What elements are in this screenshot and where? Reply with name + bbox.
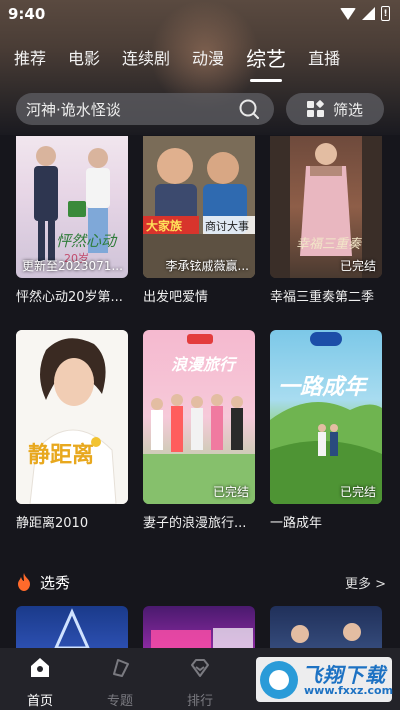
battery-alert: ! bbox=[383, 8, 388, 19]
poster-image[interactable]: 浪漫旅行 已完结 bbox=[143, 330, 255, 504]
poster-image[interactable]: 怦然心动 20岁 更新至2023071... bbox=[16, 136, 128, 278]
filter-button[interactable]: 筛选 bbox=[286, 93, 384, 125]
poster-illustration bbox=[54, 608, 90, 648]
talent-card-3[interactable] bbox=[270, 606, 382, 648]
more-link[interactable]: 更多 > bbox=[345, 573, 386, 592]
poster-status-label: 李承铉戚薇赢... bbox=[165, 259, 249, 273]
poster-status-label: 更新至2023071... bbox=[22, 259, 123, 273]
watermark-url: www.fxxz.com bbox=[304, 684, 394, 697]
poster-caption-4: 静距离 bbox=[28, 442, 94, 468]
card-title: 静距离2010 bbox=[16, 516, 89, 531]
fire-icon bbox=[18, 573, 30, 591]
poster-caption-1: 怦然心动 bbox=[56, 232, 118, 250]
filter-label: 筛选 bbox=[332, 100, 363, 119]
search-icon[interactable] bbox=[238, 98, 260, 120]
poster-image[interactable]: 静距离 bbox=[16, 330, 128, 504]
nav-topics[interactable]: 专题 bbox=[90, 656, 150, 709]
poster-caption-2a: 大家族 bbox=[146, 218, 183, 233]
section-title: 选秀 bbox=[40, 574, 71, 592]
tab-anime[interactable]: 动漫 bbox=[192, 42, 224, 76]
diamond-icon bbox=[191, 659, 209, 677]
card-title: 一路成年 bbox=[270, 516, 323, 531]
status-time: 9:40 bbox=[8, 5, 46, 23]
nav-home[interactable]: 首页 bbox=[10, 656, 70, 709]
wifi-icon bbox=[340, 7, 356, 20]
poster-illustration: 一路成年 bbox=[270, 332, 382, 504]
talent-card-1[interactable] bbox=[16, 606, 128, 648]
poster-people bbox=[151, 394, 243, 452]
status-icons: ! bbox=[340, 6, 390, 21]
nav-label: 排行 bbox=[186, 694, 213, 709]
poster-caption-2: 商讨大事 bbox=[205, 219, 249, 233]
section-header-talent-show: 选秀 更多 > bbox=[16, 570, 386, 594]
filter-grid-icon bbox=[306, 99, 325, 117]
nav-ranking[interactable]: 排行 bbox=[170, 656, 230, 709]
poster-caption-5: 浪漫旅行 bbox=[171, 355, 238, 374]
nav-label: 首页 bbox=[26, 694, 53, 709]
poster-caption-6: 一路成年 bbox=[278, 374, 369, 400]
poster-image[interactable]: 大家族 商讨大事 李承铉戚薇赢... bbox=[143, 136, 255, 278]
battery-icon: ! bbox=[381, 6, 390, 21]
watermark-logo-icon bbox=[260, 661, 298, 699]
tab-series[interactable]: 连续剧 bbox=[122, 42, 170, 76]
poster-status-label: 已完结 bbox=[339, 259, 376, 273]
watermark-logo: 飞翔下载 www.fxxz.com bbox=[256, 657, 394, 702]
poster-illustration bbox=[291, 623, 361, 643]
poster-illustration: 浪漫旅行 bbox=[143, 334, 255, 504]
poster-status-label: 已完结 bbox=[212, 485, 249, 499]
card-title: 出发吧爱情 bbox=[143, 290, 209, 305]
talent-card-2[interactable] bbox=[143, 606, 255, 648]
poster-image[interactable]: 幸福三重奏 已完结 bbox=[270, 136, 382, 278]
card-title: 妻子的浪漫旅行... bbox=[143, 516, 247, 531]
search-input[interactable]: 河神·诡水怪谈 bbox=[16, 93, 274, 125]
nav-label: 专题 bbox=[106, 694, 133, 709]
card-title: 怦然心动20岁第... bbox=[16, 290, 123, 305]
poster-status-label: 已完结 bbox=[339, 485, 376, 499]
poster-caption-3: 幸福三重奏 bbox=[296, 237, 362, 252]
poster-image[interactable]: 一路成年 已完结 bbox=[270, 330, 382, 504]
poster-illustration: 静距离 bbox=[16, 330, 128, 504]
tab-variety[interactable]: 综艺 bbox=[246, 42, 286, 82]
tab-recommend[interactable]: 推荐 bbox=[14, 42, 46, 76]
poster-illustration bbox=[151, 628, 253, 648]
tab-movie[interactable]: 电影 bbox=[68, 42, 100, 76]
tab-live[interactable]: 直播 bbox=[308, 42, 340, 76]
search-query-text: 河神·诡水怪谈 bbox=[26, 100, 121, 119]
topic-icon bbox=[113, 659, 129, 677]
status-bar: 9:40 ! bbox=[0, 0, 400, 30]
signal-icon bbox=[362, 7, 375, 20]
home-icon bbox=[31, 658, 49, 677]
category-tabs: 推荐 电影 连续剧 动漫 综艺 直播 bbox=[0, 42, 400, 82]
card-title: 幸福三重奏第二季 bbox=[270, 290, 375, 305]
